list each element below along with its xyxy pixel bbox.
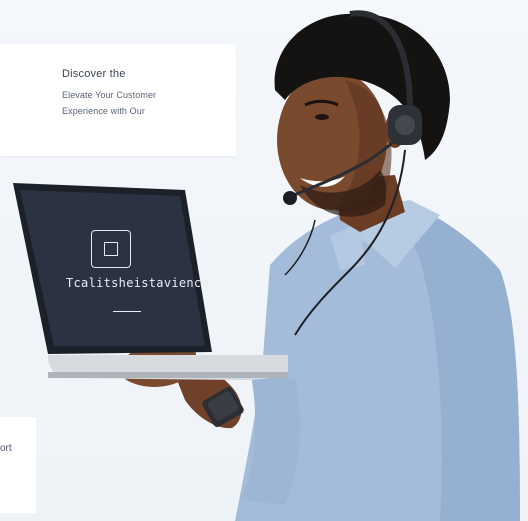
support-agent-illustration	[13, 10, 520, 521]
laptop-base-edge	[48, 372, 288, 378]
laptop-screen-text: Tcalitsheistavience	[66, 276, 209, 290]
left-sleeve	[240, 370, 301, 505]
mic-head	[283, 191, 297, 205]
laptop-screen-underline	[113, 311, 141, 312]
eye	[315, 114, 329, 120]
laptop-screen-icon	[91, 230, 131, 268]
earcup-ring	[395, 115, 415, 135]
checkbox-square-icon	[104, 242, 118, 256]
hero-stage: Discover the Elevate Your Customer Exper…	[0, 0, 528, 521]
